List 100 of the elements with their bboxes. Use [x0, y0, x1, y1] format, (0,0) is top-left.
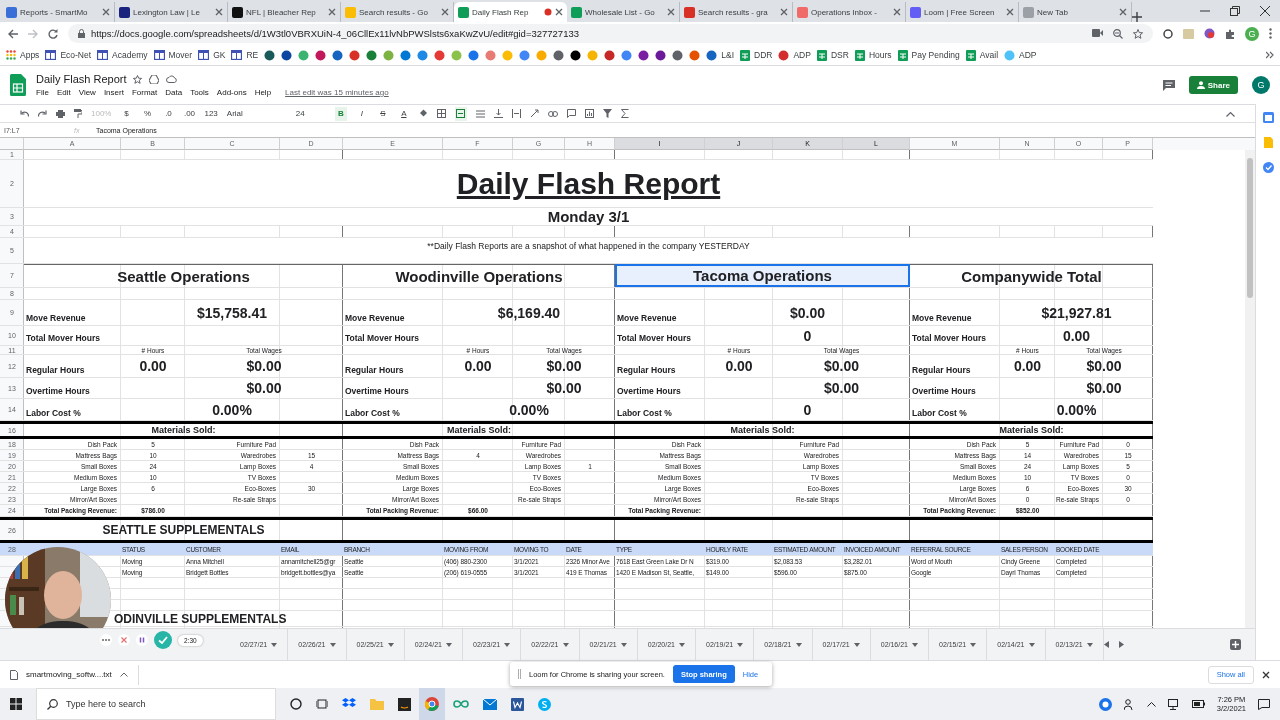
- back-icon[interactable]: [8, 28, 18, 39]
- star-icon[interactable]: [133, 74, 143, 84]
- calendar-icon[interactable]: [1262, 112, 1274, 123]
- check-icon[interactable]: [154, 631, 172, 649]
- bookmark[interactable]: DDR: [740, 49, 773, 61]
- font-select[interactable]: Arial: [226, 106, 287, 121]
- bookmark[interactable]: ADP: [778, 49, 811, 61]
- bookmark[interactable]: Avail: [965, 49, 999, 61]
- print-icon[interactable]: [56, 109, 65, 118]
- explore-icon[interactable]: [1230, 639, 1241, 650]
- shopping-icon[interactable]: [398, 697, 411, 711]
- bookmark[interactable]: Pay Pending: [897, 49, 960, 61]
- scroll-right-icon[interactable]: [1118, 641, 1124, 648]
- strikethrough-button[interactable]: S: [376, 106, 389, 121]
- close-icon[interactable]: [1260, 6, 1270, 16]
- menu-item[interactable]: Edit: [56, 88, 71, 97]
- caret-icon[interactable]: [119, 672, 128, 677]
- bookmark[interactable]: DSR: [816, 49, 849, 61]
- bookmark[interactable]: Academy: [97, 50, 148, 60]
- comment-icon[interactable]: [1162, 79, 1175, 91]
- zoom-out-icon[interactable]: [1113, 28, 1123, 39]
- vertical-align-icon[interactable]: [493, 109, 503, 118]
- browser-tab[interactable]: Loom | Free Screen: [906, 2, 1019, 22]
- download-item[interactable]: smartmoving_softw....txt: [26, 670, 112, 679]
- bookmark[interactable]: L&I: [706, 49, 734, 61]
- browser-tab[interactable]: Search results - gra: [680, 2, 793, 22]
- browser-tab[interactable]: Lexington Law | Le: [115, 2, 228, 22]
- menu-item[interactable]: Insert: [103, 88, 124, 97]
- chart-icon[interactable]: [584, 109, 594, 118]
- bookmark[interactable]: Hours: [854, 49, 892, 61]
- browser-tab[interactable]: NFL | Bleacher Rep: [228, 2, 341, 22]
- bookmark[interactable]: GK: [198, 50, 226, 60]
- document-icon[interactable]: [511, 697, 524, 711]
- sum-icon[interactable]: [620, 109, 629, 118]
- taskbar-search-field[interactable]: Type here to search: [36, 688, 276, 720]
- bookmark[interactable]: Mover: [153, 50, 193, 60]
- comment-icon[interactable]: [566, 109, 576, 118]
- start-icon[interactable]: [10, 698, 22, 710]
- bookmark-site-icon[interactable]: [264, 49, 276, 61]
- people-icon[interactable]: [1123, 698, 1135, 710]
- menu-item[interactable]: File: [36, 88, 49, 97]
- more-icon[interactable]: [100, 634, 112, 646]
- document-title[interactable]: Daily Flash Report: [36, 73, 127, 85]
- user-avatar[interactable]: G: [1252, 76, 1270, 94]
- browser-icon[interactable]: [425, 697, 439, 711]
- address-bar[interactable]: https://docs.google.com/spreadsheets/d/1W3tl0VBRXUiN-4_06CllEx11lvNbPWSlsts6xaKwZvU/edit#gid=327727133: [68, 24, 1153, 43]
- filter-icon[interactable]: [602, 109, 612, 118]
- browser-tab[interactable]: New Tab: [1019, 2, 1132, 22]
- notification-icon[interactable]: [1258, 698, 1270, 710]
- tasks-icon[interactable]: [1262, 162, 1274, 173]
- network-icon[interactable]: [1167, 698, 1180, 710]
- wrap-icon[interactable]: [511, 109, 521, 118]
- bookmark-site-icon[interactable]: [281, 49, 293, 61]
- increase-decimal-button[interactable]: .00: [183, 106, 196, 121]
- menu-item[interactable]: Data: [165, 88, 183, 97]
- bookmark[interactable]: Apps: [6, 50, 40, 60]
- browser-tab[interactable]: Wholesale List - Go: [567, 2, 680, 22]
- task-view-icon[interactable]: [316, 698, 328, 710]
- more-icon[interactable]: [1269, 28, 1272, 39]
- undo-icon[interactable]: [20, 110, 29, 117]
- collapse-icon[interactable]: [1226, 110, 1235, 117]
- bookmark-site-icon[interactable]: [638, 49, 650, 61]
- new-tab-icon[interactable]: [1132, 12, 1142, 22]
- font-size-select[interactable]: 24: [295, 106, 326, 121]
- restore-icon[interactable]: [1230, 6, 1240, 16]
- bookmark-site-icon[interactable]: [672, 49, 684, 61]
- menu-item[interactable]: Tools: [190, 88, 209, 97]
- bookmark-site-icon[interactable]: [553, 49, 565, 61]
- bookmark[interactable]: ADP: [1004, 49, 1037, 61]
- bold-button[interactable]: B: [334, 106, 347, 121]
- camera-icon[interactable]: [1092, 28, 1103, 37]
- fill-color-icon[interactable]: [418, 109, 428, 118]
- pause-icon[interactable]: [136, 634, 148, 646]
- link-icon[interactable]: [547, 110, 558, 117]
- redo-icon[interactable]: [38, 110, 47, 117]
- menu-item[interactable]: Add-ons: [216, 88, 247, 97]
- browser-tab[interactable]: Daily Flash Rep: [454, 2, 567, 22]
- bookmark-site-icon[interactable]: [655, 49, 667, 61]
- menu-item[interactable]: Help: [254, 88, 272, 97]
- scroll-left-icon[interactable]: [1103, 641, 1109, 648]
- browser-tab[interactable]: Search results - Go: [341, 2, 454, 22]
- rotate-icon[interactable]: [529, 109, 539, 118]
- text-color-button[interactable]: A: [397, 106, 410, 121]
- star-icon[interactable]: [1133, 28, 1143, 39]
- reload-icon[interactable]: [48, 28, 58, 39]
- share-button[interactable]: Share: [1188, 76, 1238, 94]
- italic-button[interactable]: I: [355, 106, 368, 121]
- close-icon[interactable]: [1262, 670, 1270, 679]
- extension-icon[interactable]: [1204, 28, 1215, 39]
- dropbox-icon[interactable]: [342, 698, 356, 710]
- close-icon[interactable]: [555, 8, 563, 16]
- currency-button[interactable]: $: [120, 106, 133, 121]
- decrease-decimal-button[interactable]: .0: [162, 106, 175, 121]
- scrollbar-thumb[interactable]: [1247, 158, 1253, 298]
- merge-button[interactable]: [454, 106, 467, 121]
- format-select[interactable]: 123: [204, 106, 218, 121]
- menu-item[interactable]: Format: [131, 88, 158, 97]
- extension-icon[interactable]: [1163, 28, 1173, 39]
- chevron-up-icon[interactable]: [1146, 701, 1156, 707]
- bookmark[interactable]: Eco-Net: [45, 50, 92, 60]
